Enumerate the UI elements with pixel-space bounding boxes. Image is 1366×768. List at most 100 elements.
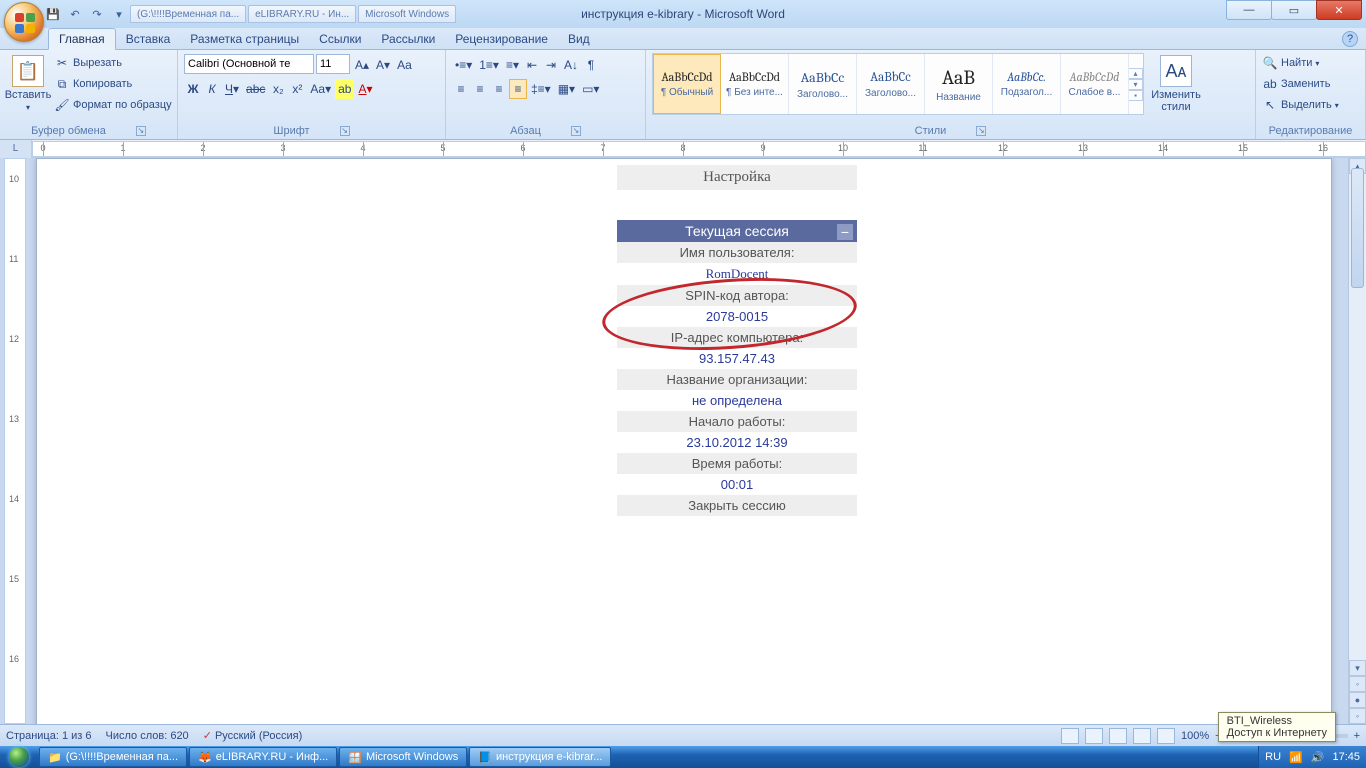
indent-inc-button[interactable]: ⇥ <box>542 55 560 75</box>
superscript-button[interactable]: x² <box>288 79 306 99</box>
font-name-input[interactable] <box>184 54 314 74</box>
style-heading1[interactable]: AaBbCcЗаголово... <box>789 54 857 114</box>
view-draft-button[interactable] <box>1157 728 1175 744</box>
subscript-button[interactable]: x₂ <box>269 79 287 99</box>
styles-gallery[interactable]: AaBbCcDd¶ Обычный AaBbCcDd¶ Без инте... … <box>652 53 1144 115</box>
view-web-button[interactable] <box>1109 728 1127 744</box>
styles-scroll[interactable]: ▴▾▪ <box>1129 68 1143 101</box>
borders-button[interactable]: ▭▾ <box>579 79 602 99</box>
find-button[interactable]: 🔍Найти▾ <box>1262 53 1339 73</box>
qat-undo-icon[interactable]: ↶ <box>66 5 84 23</box>
scroll-thumb[interactable] <box>1351 168 1364 288</box>
highlight-button[interactable]: ab <box>335 79 354 99</box>
tab-review[interactable]: Рецензирование <box>445 29 558 49</box>
style-heading2[interactable]: AaBbCcЗаголово... <box>857 54 925 114</box>
font-size-input[interactable] <box>316 54 350 74</box>
group-editing-title: Редактирование <box>1269 125 1353 137</box>
styles-launcher-icon[interactable]: ↘ <box>976 126 986 136</box>
tab-page-layout[interactable]: Разметка страницы <box>180 29 309 49</box>
maximize-button[interactable]: ▭ <box>1271 0 1317 20</box>
change-styles-button[interactable]: Aᴀ Изменить стили <box>1148 53 1204 113</box>
font-launcher-icon[interactable]: ↘ <box>340 126 350 136</box>
multilevel-button[interactable]: ≡▾ <box>503 55 522 75</box>
help-icon[interactable]: ? <box>1342 31 1358 47</box>
zoom-level[interactable]: 100% <box>1181 730 1209 742</box>
sort-button[interactable]: A↓ <box>561 55 581 75</box>
document-page[interactable]: Настройка Текущая сессия − Имя пользоват… <box>36 158 1332 724</box>
qat-customize-icon[interactable]: ▾ <box>110 5 128 23</box>
numbering-button[interactable]: 1≡▾ <box>476 55 502 75</box>
start-button[interactable] <box>0 746 38 768</box>
view-print-layout-button[interactable] <box>1061 728 1079 744</box>
taskbar-item-active[interactable]: 📘инструкция e-kibrar... <box>469 747 611 767</box>
status-page[interactable]: Страница: 1 из 6 <box>6 730 92 742</box>
qat-save-icon[interactable]: 💾 <box>44 5 62 23</box>
bold-button[interactable]: Ж <box>184 79 202 99</box>
show-marks-button[interactable]: ¶ <box>582 55 600 75</box>
tab-home[interactable]: Главная <box>48 28 116 50</box>
bullets-button[interactable]: •≡▾ <box>452 55 475 75</box>
minimize-button[interactable]: — <box>1226 0 1272 20</box>
justify-button[interactable]: ≡ <box>509 79 527 99</box>
zoom-in-button[interactable]: + <box>1354 730 1360 742</box>
taskbar-item[interactable]: 🪟Microsoft Windows <box>339 747 467 767</box>
ribbon-tabs: Главная Вставка Разметка страницы Ссылки… <box>0 28 1366 50</box>
copy-button[interactable]: ⧉Копировать <box>54 74 172 94</box>
align-left-button[interactable]: ≡ <box>452 79 470 99</box>
ruler-vertical[interactable]: 10111213141516 <box>4 158 26 724</box>
style-no-spacing[interactable]: AaBbCcDd¶ Без инте... <box>721 54 789 114</box>
tab-mailings[interactable]: Рассылки <box>371 29 445 49</box>
change-case-button[interactable]: Aa▾ <box>307 79 334 99</box>
tray-lang[interactable]: RU <box>1265 751 1281 763</box>
tray-network-icon[interactable]: 📶 <box>1289 751 1303 764</box>
font-color-button[interactable]: A▾ <box>355 79 375 99</box>
tab-insert[interactable]: Вставка <box>116 29 181 49</box>
ruler-corner[interactable]: L <box>0 140 32 158</box>
underline-button[interactable]: Ч▾ <box>222 79 242 99</box>
cut-button[interactable]: ✂Вырезать <box>54 53 172 73</box>
tray-time[interactable]: 17:45 <box>1332 751 1360 763</box>
vertical-scrollbar[interactable]: ▴ ▾ ◦ ● ◦ <box>1348 158 1366 724</box>
tab-references[interactable]: Ссылки <box>309 29 371 49</box>
clipboard-launcher-icon[interactable]: ↘ <box>136 126 146 136</box>
italic-button[interactable]: К <box>203 79 221 99</box>
tab-view[interactable]: Вид <box>558 29 600 49</box>
find-label: Найти <box>1281 57 1312 69</box>
replace-button[interactable]: abЗаменить <box>1262 74 1339 94</box>
next-page-icon[interactable]: ◦ <box>1349 708 1366 724</box>
align-right-button[interactable]: ≡ <box>490 79 508 99</box>
style-normal[interactable]: AaBbCcDd¶ Обычный <box>653 54 721 114</box>
select-button[interactable]: ↖Выделить▾ <box>1262 95 1339 115</box>
taskbar-item[interactable]: 📁(G:\!!!!Временная па... <box>39 747 187 767</box>
browse-object-icon[interactable]: ● <box>1349 692 1366 708</box>
close-button[interactable]: ✕ <box>1316 0 1362 20</box>
office-button[interactable] <box>4 2 44 42</box>
strike-button[interactable]: abc <box>243 79 268 99</box>
align-center-button[interactable]: ≡ <box>471 79 489 99</box>
shrink-font-button[interactable]: A▾ <box>373 55 393 75</box>
style-subtle[interactable]: AaBbCcDdСлабое в... <box>1061 54 1129 114</box>
ruler-horizontal[interactable]: L 01234567891011121314151617 <box>0 140 1366 158</box>
paragraph-launcher-icon[interactable]: ↘ <box>571 126 581 136</box>
scroll-down-icon[interactable]: ▾ <box>1349 660 1366 676</box>
prev-page-icon[interactable]: ◦ <box>1349 676 1366 692</box>
grow-font-button[interactable]: A▴ <box>352 55 372 75</box>
clear-format-button[interactable]: Aa <box>394 55 415 75</box>
status-words[interactable]: Число слов: 620 <box>106 730 189 742</box>
tooltip-title: BTI_Wireless <box>1227 715 1327 727</box>
format-painter-button[interactable]: 🖌Формат по образцу <box>54 95 172 115</box>
line-spacing-button[interactable]: ‡≡▾ <box>528 79 554 99</box>
status-lang[interactable]: ✓ Русский (Россия) <box>203 729 303 742</box>
style-subtitle[interactable]: AaBbCc.Подзагол... <box>993 54 1061 114</box>
style-title[interactable]: AaBНазвание <box>925 54 993 114</box>
view-outline-button[interactable] <box>1133 728 1151 744</box>
shading-button[interactable]: ▦▾ <box>555 79 578 99</box>
qat-redo-icon[interactable]: ↷ <box>88 5 106 23</box>
tray-sound-icon[interactable]: 🔊 <box>1311 751 1325 764</box>
view-full-screen-button[interactable] <box>1085 728 1103 744</box>
indent-dec-button[interactable]: ⇤ <box>523 55 541 75</box>
taskbar-item[interactable]: 🦊eLIBRARY.RU - Инф... <box>189 747 337 767</box>
paste-button[interactable]: 📋 Вставить ▾ <box>6 53 50 112</box>
username-label: Имя пользователя: <box>617 242 857 263</box>
collapse-icon[interactable]: − <box>837 224 853 240</box>
